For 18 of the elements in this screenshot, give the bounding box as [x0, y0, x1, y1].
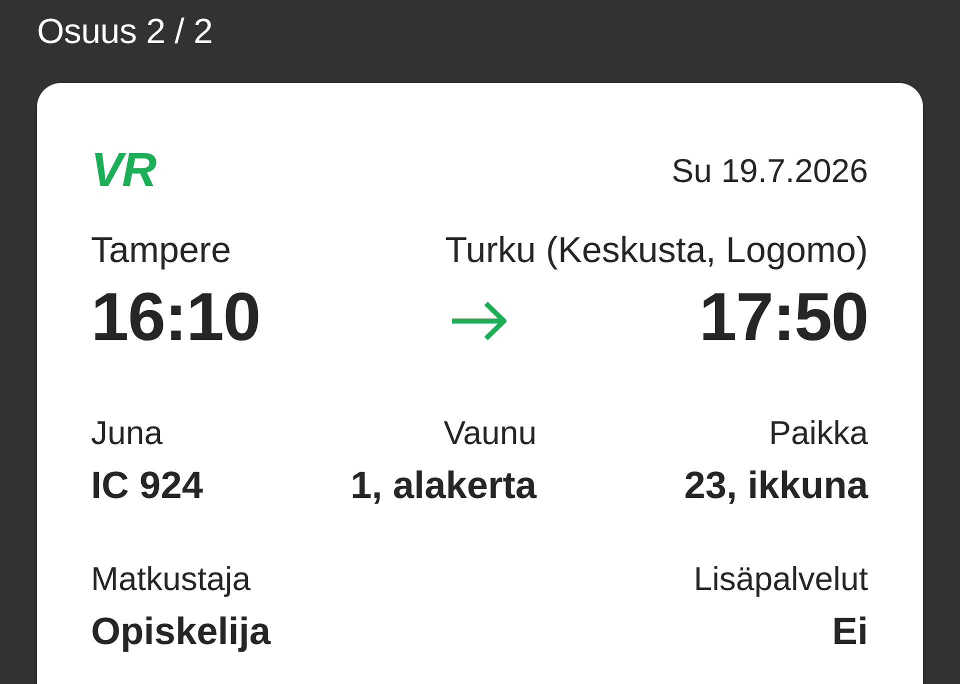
detail-value: 23, ikkuna [684, 464, 868, 508]
detail-value: IC 924 [91, 464, 203, 508]
station-name: Tampere [91, 229, 232, 271]
arrow-icon [450, 300, 508, 342]
detail-value: Ei [832, 611, 868, 656]
detail-label: Paikka [768, 414, 868, 452]
logo: VR [91, 143, 156, 198]
detail-label: Juna [91, 414, 163, 452]
detail-label: Lisäpalvelut [694, 560, 868, 598]
trip-date: Su 19.7.2026 [672, 152, 868, 190]
detail-label: Matkustaja [91, 560, 251, 598]
detail-label: Vaunu [444, 414, 537, 452]
arrival-time: 17:50 [699, 278, 868, 356]
station-name: Turku (Keskusta, Logomo) [445, 229, 868, 271]
detail-value: 1, alakerta [350, 464, 537, 508]
departure-time: 16:10 [91, 278, 260, 356]
detail-value: Opiskelija [91, 611, 271, 656]
page-title: Osuus 2 / 2 [37, 11, 213, 53]
